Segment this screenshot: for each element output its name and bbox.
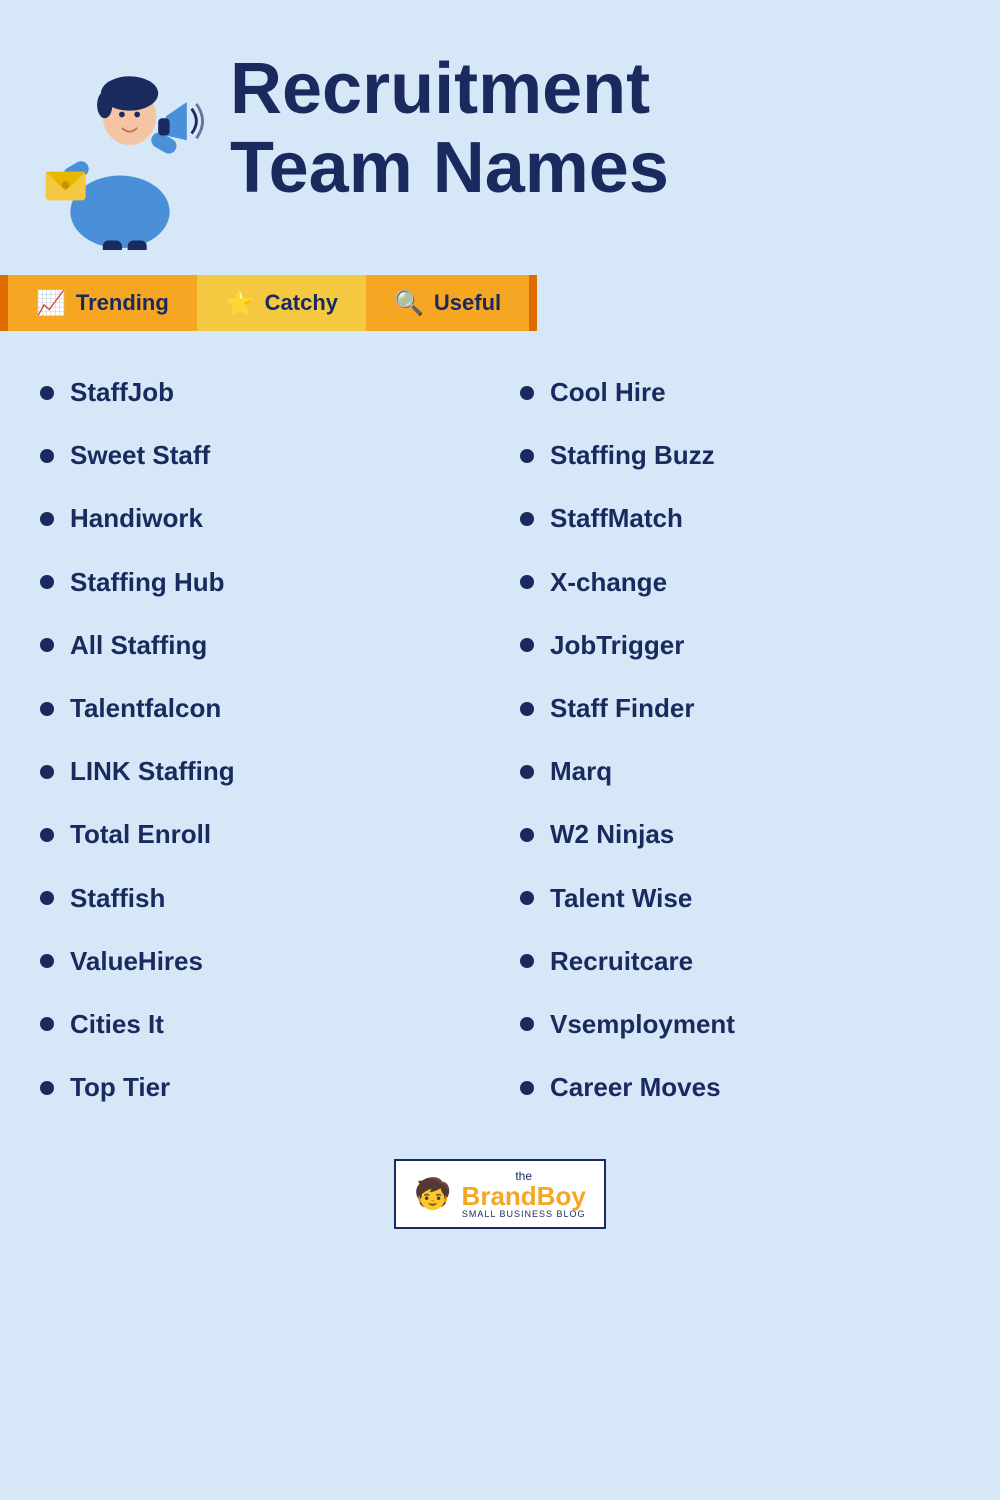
tab-trending-label: Trending [76, 290, 169, 316]
list-item-text: Career Moves [550, 1072, 721, 1103]
names-list: StaffJob Sweet Staff Handiwork Staffing … [0, 341, 1000, 1139]
bullet-icon [40, 386, 54, 400]
list-item: Sweet Staff [40, 424, 480, 487]
list-left: StaffJob Sweet Staff Handiwork Staffing … [20, 361, 500, 1119]
list-item: Staff Finder [520, 677, 960, 740]
bullet-icon [520, 449, 534, 463]
tabs-bar: 📈 Trending ⭐ Catchy 🔍 Useful [0, 275, 1000, 331]
list-item: StaffMatch [520, 487, 960, 550]
list-item-text: Vsemployment [550, 1009, 735, 1040]
hero-illustration [30, 40, 210, 255]
list-item: Marq [520, 740, 960, 803]
bullet-icon [520, 891, 534, 905]
bullet-icon [520, 828, 534, 842]
list-item-text: ValueHires [70, 946, 203, 977]
tab-catchy[interactable]: ⭐ Catchy [197, 275, 366, 331]
list-item: Recruitcare [520, 930, 960, 993]
logo-brand-name: BrandBoy [462, 1183, 586, 1209]
logo-text: the BrandBoy SMALL BUSINESS BLOG [462, 1169, 586, 1219]
logo-tagline: SMALL BUSINESS BLOG [462, 1209, 586, 1219]
list-item: ValueHires [40, 930, 480, 993]
list-item: Talentfalcon [40, 677, 480, 740]
bullet-icon [520, 386, 534, 400]
list-item: StaffJob [40, 361, 480, 424]
list-item-text: Recruitcare [550, 946, 693, 977]
list-item: All Staffing [40, 614, 480, 677]
list-item-text: StaffJob [70, 377, 174, 408]
bullet-icon [520, 638, 534, 652]
list-item: Handiwork [40, 487, 480, 550]
trending-icon: 📈 [36, 289, 66, 318]
list-item: LINK Staffing [40, 740, 480, 803]
bullet-icon [40, 638, 54, 652]
list-item-text: Top Tier [70, 1072, 170, 1103]
list-item-text: LINK Staffing [70, 756, 235, 787]
list-item-text: JobTrigger [550, 630, 684, 661]
list-item-text: Talent Wise [550, 883, 692, 914]
catchy-icon: ⭐ [225, 289, 255, 318]
bullet-icon [40, 891, 54, 905]
bullet-icon [520, 954, 534, 968]
bullet-icon [40, 828, 54, 842]
list-item: Staffing Hub [40, 551, 480, 614]
list-item-text: StaffMatch [550, 503, 683, 534]
bullet-icon [40, 512, 54, 526]
list-item: X-change [520, 551, 960, 614]
tab-useful-label: Useful [434, 290, 501, 316]
bullet-icon [520, 702, 534, 716]
list-item-text: Talentfalcon [70, 693, 221, 724]
list-item: Cities It [40, 993, 480, 1056]
tab-catchy-label: Catchy [265, 290, 338, 316]
list-item-text: Cool Hire [550, 377, 666, 408]
bullet-icon [40, 449, 54, 463]
list-item: Staffish [40, 867, 480, 930]
list-item-text: Marq [550, 756, 612, 787]
list-item-text: X-change [550, 567, 667, 598]
tab-useful[interactable]: 🔍 Useful [366, 275, 529, 331]
logo-mascot-icon: 🧒 [414, 1177, 451, 1212]
bullet-icon [520, 512, 534, 526]
list-item: Top Tier [40, 1056, 480, 1119]
footer: 🧒 the BrandBoy SMALL BUSINESS BLOG [0, 1139, 1000, 1259]
list-item-text: Cities It [70, 1009, 164, 1040]
bullet-icon [520, 575, 534, 589]
list-item-text: Staffish [70, 883, 165, 914]
bullet-icon [40, 575, 54, 589]
list-right: Cool Hire Staffing Buzz StaffMatch X-cha… [500, 361, 980, 1119]
list-item: Talent Wise [520, 867, 960, 930]
bullet-icon [40, 1017, 54, 1031]
list-item: JobTrigger [520, 614, 960, 677]
bullet-icon [520, 1081, 534, 1095]
bullet-icon [40, 765, 54, 779]
list-item-text: W2 Ninjas [550, 819, 674, 850]
list-item: Career Moves [520, 1056, 960, 1119]
list-item: Total Enroll [40, 803, 480, 866]
bullet-icon [520, 765, 534, 779]
list-item-text: Staff Finder [550, 693, 694, 724]
accent-right [529, 275, 537, 331]
list-item: Cool Hire [520, 361, 960, 424]
useful-icon: 🔍 [394, 289, 424, 318]
list-item-text: Total Enroll [70, 819, 211, 850]
bullet-icon [40, 1081, 54, 1095]
list-item-text: Sweet Staff [70, 440, 210, 471]
list-item: W2 Ninjas [520, 803, 960, 866]
accent-left [0, 275, 8, 331]
list-item-text: Staffing Hub [70, 567, 225, 598]
tab-trending[interactable]: 📈 Trending [8, 275, 197, 331]
list-item: Staffing Buzz [520, 424, 960, 487]
bullet-icon [40, 702, 54, 716]
list-item: Vsemployment [520, 993, 960, 1056]
bullet-icon [40, 954, 54, 968]
brandboy-logo: 🧒 the BrandBoy SMALL BUSINESS BLOG [394, 1159, 606, 1229]
header-section: Recruitment Team Names [0, 0, 1000, 275]
list-item-text: Staffing Buzz [550, 440, 715, 471]
bullet-icon [520, 1017, 534, 1031]
list-item-text: All Staffing [70, 630, 207, 661]
list-item-text: Handiwork [70, 503, 203, 534]
page-title: Recruitment Team Names [230, 30, 669, 208]
